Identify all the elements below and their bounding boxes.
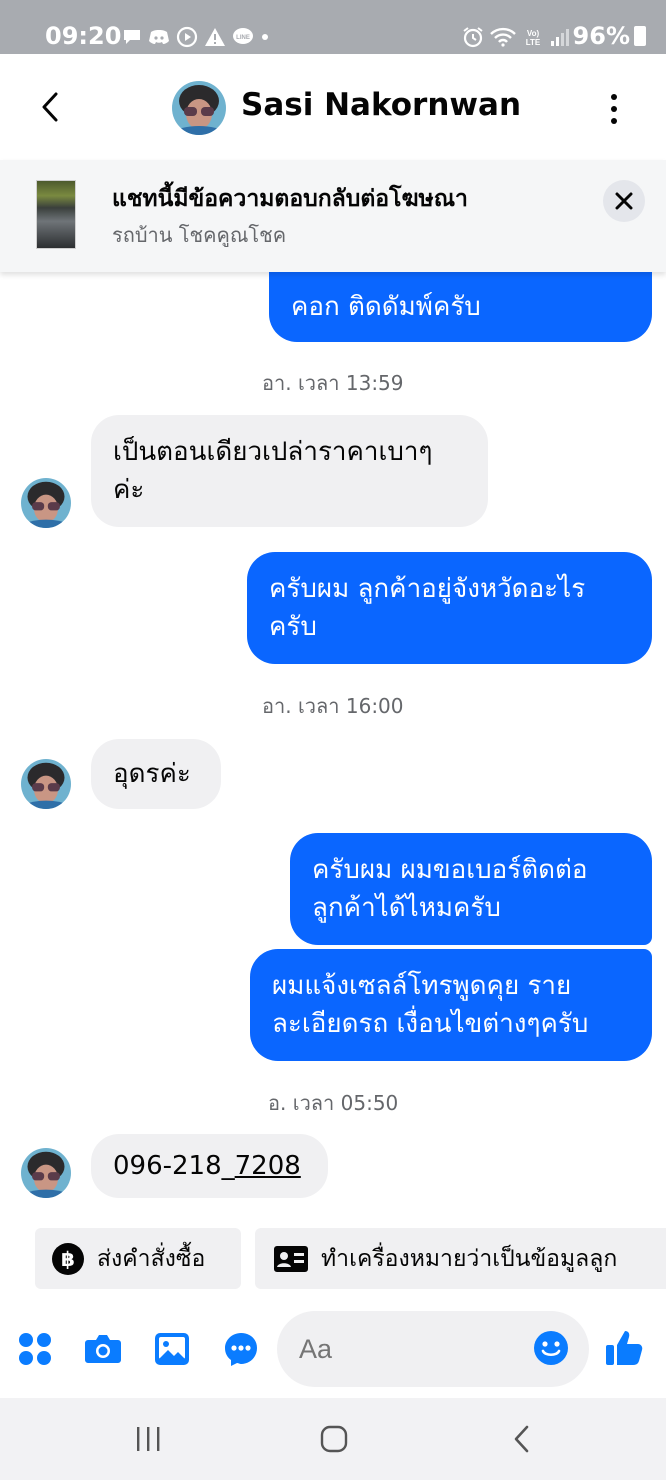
- ad-reply-banner[interactable]: แชทนี้มีข้อความตอบกลับต่อโฆษณา รถบ้าน โช…: [0, 160, 666, 272]
- message-list[interactable]: คอก ติดดัมพ์ครับ อา. เวลา 13:59 เป็นตอนเ…: [0, 272, 666, 1216]
- chip-label: ทำเครื่องหมายว่าเป็นข้อมูลลูก: [321, 1245, 618, 1272]
- ad-thumbnail[interactable]: [36, 180, 76, 249]
- ad-banner-subtitle: รถบ้าน โชคคูณโชค: [112, 223, 287, 247]
- back-arrow-icon[interactable]: [38, 90, 64, 124]
- play-circle-icon: [176, 26, 198, 48]
- thumbs-up-icon[interactable]: [604, 1328, 644, 1368]
- system-icons: Vo) LTE: [462, 26, 570, 48]
- message-incoming[interactable]: เป็นตอนเดียวเปล่าราคาเบาๆ ค่ะ: [91, 415, 488, 527]
- back-button[interactable]: [502, 1422, 542, 1456]
- more-actions-icon[interactable]: [16, 1330, 54, 1368]
- timestamp: อา. เวลา 13:59: [262, 371, 404, 395]
- svg-text:LTE: LTE: [526, 38, 541, 47]
- message-text-line: ผมแจ้งเซลล์โทรพูดคุย ราย: [272, 971, 572, 1001]
- message-text: คอก ติดดัมพ์ครับ: [291, 292, 481, 322]
- chat-header: Sasi Nakornwan: [0, 54, 666, 160]
- emoji-icon[interactable]: [533, 1330, 569, 1366]
- message-outgoing[interactable]: ครับผม ผมขอเบอร์ติดต่อ ลูกค้าได้ไหมครับ: [290, 833, 652, 945]
- contact-card-icon: [273, 1245, 309, 1273]
- sender-avatar[interactable]: [21, 1148, 71, 1198]
- sender-avatar[interactable]: [21, 478, 71, 528]
- message-outgoing[interactable]: ครับผม ลูกค้าอยู่จังหวัดอะไร ครับ: [247, 552, 652, 664]
- line-icon: LINE: [233, 28, 253, 44]
- camera-icon[interactable]: [84, 1330, 122, 1368]
- chat-extensions-icon[interactable]: [222, 1330, 260, 1368]
- more-options-icon[interactable]: [602, 94, 626, 124]
- messenger-chat-screen: 09:20 LINE Vo) LTE 96% Sasi Nakornwan แช…: [0, 0, 666, 1480]
- message-text-line: ละเอียดรถ เงื่อนไขต่างๆครับ: [272, 1009, 589, 1039]
- chat-bubble-icon: [124, 30, 140, 44]
- message-text-line: ครับผม ผมขอเบอร์ติดต่อ: [312, 855, 588, 885]
- discord-icon: [149, 30, 169, 44]
- message-text: อุดรค่ะ: [113, 759, 191, 789]
- message-composer: [0, 1306, 666, 1396]
- system-nav-bar: [0, 1398, 666, 1480]
- chip-label: ส่งคำสั่งซื้อ: [97, 1245, 206, 1272]
- ad-banner-title: แชทนี้มีข้อความตอบกลับต่อโฆษณา: [112, 186, 468, 212]
- dot-icon: [262, 34, 268, 40]
- wifi-icon: [490, 27, 516, 47]
- message-outgoing[interactable]: ผมแจ้งเซลล์โทรพูดคุย ราย ละเอียดรถ เงื่อ…: [250, 949, 652, 1061]
- timestamp: อ. เวลา 05:50: [268, 1091, 399, 1115]
- battery-icon: [634, 26, 646, 46]
- notification-icons: LINE: [122, 26, 270, 48]
- svg-text:฿: ฿: [61, 1247, 75, 1271]
- volte-icon: Vo)LTE: [526, 29, 541, 47]
- timestamp: อา. เวลา 16:00: [262, 694, 404, 718]
- message-outgoing[interactable]: คอก ติดดัมพ์ครับ: [269, 272, 652, 342]
- message-text-line: เป็นตอนเดียวเปล่าราคาเบาๆ: [113, 437, 433, 467]
- message-text-line: ครับผม ลูกค้าอยู่จังหวัดอะไร: [269, 574, 586, 604]
- home-button[interactable]: [314, 1422, 354, 1456]
- message-text-line: ลูกค้าได้ไหมครับ: [312, 893, 501, 923]
- status-bar: 09:20 LINE Vo) LTE 96%: [0, 0, 666, 54]
- phone-number-link[interactable]: 7208: [235, 1147, 301, 1185]
- message-text-prefix: 096-218_: [113, 1151, 235, 1181]
- message-text-line: ค่ะ: [113, 475, 145, 505]
- back-icon: [514, 1425, 529, 1453]
- mark-as-lead-chip[interactable]: ทำเครื่องหมายว่าเป็นข้อมูลลูก: [255, 1228, 666, 1289]
- contact-avatar[interactable]: [172, 81, 226, 135]
- close-icon: [615, 192, 633, 210]
- status-time: 09:20: [45, 22, 122, 50]
- close-banner-button[interactable]: [603, 180, 645, 222]
- message-incoming[interactable]: 096-218_ 7208: [91, 1134, 328, 1198]
- warning-icon: [205, 28, 225, 46]
- contact-name[interactable]: Sasi Nakornwan: [241, 86, 521, 124]
- sender-avatar[interactable]: [21, 759, 71, 809]
- battery-percent: 96%: [572, 22, 630, 50]
- message-incoming[interactable]: อุดรค่ะ: [91, 739, 221, 809]
- recent-apps-icon: [137, 1427, 160, 1451]
- gallery-icon[interactable]: [153, 1330, 191, 1368]
- send-order-chip[interactable]: ฿ ส่งคำสั่งซื้อ: [35, 1228, 241, 1289]
- svg-text:LINE: LINE: [236, 35, 250, 41]
- alarm-icon: [463, 27, 483, 48]
- baht-icon: ฿: [51, 1242, 85, 1276]
- message-text-line: ครับ: [269, 612, 317, 642]
- signal-icon: [551, 29, 569, 46]
- recent-apps-button[interactable]: [128, 1422, 168, 1456]
- svg-text:Vo): Vo): [527, 29, 540, 38]
- battery-status: 96%: [573, 22, 646, 50]
- home-icon: [320, 1425, 348, 1453]
